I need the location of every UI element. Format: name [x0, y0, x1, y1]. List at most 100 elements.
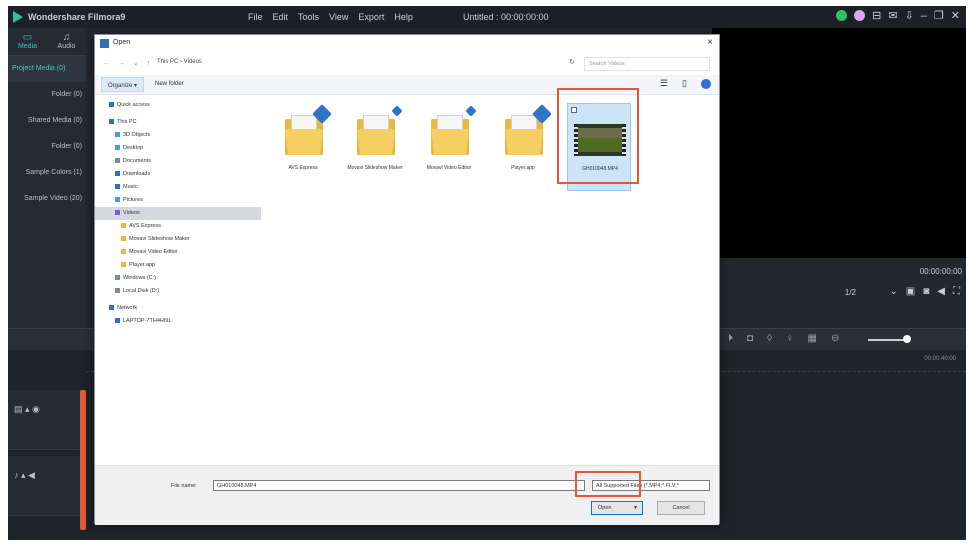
view-list-icon[interactable]: ☰ [660, 78, 668, 89]
file-name-label: Movavi Slideshow Maker [347, 165, 403, 171]
mail-icon[interactable]: ✉ [888, 9, 897, 22]
help-icon[interactable] [701, 79, 711, 89]
audio-track-icon: ♪ ▴ ◀ [14, 470, 35, 480]
nav-pictures[interactable]: Pictures [95, 194, 261, 207]
nav-player-app[interactable]: Player.app [95, 259, 261, 272]
render-icon[interactable]: ⏵ [728, 333, 733, 344]
open-button[interactable]: Open ▼ [591, 501, 643, 515]
cube-icon [115, 132, 120, 138]
nav-windows-c[interactable]: Windows (C:) [95, 272, 261, 285]
nav-laptop[interactable]: LAPTOP-7TH4HI9L [95, 315, 261, 328]
fullscreen-icon[interactable]: ⛶ [953, 286, 960, 297]
nav-videos[interactable]: Videos [95, 207, 261, 220]
chevron-down-icon[interactable]: ⌄ [889, 286, 897, 297]
timeline-zoom-knob[interactable] [903, 335, 911, 343]
view-options: ☰ ▯ [660, 78, 711, 89]
shield-icon[interactable]: ◊ [767, 333, 772, 344]
search-input[interactable]: Search Videos [584, 57, 710, 71]
grid-icon[interactable]: ▦ [808, 333, 817, 344]
drive-icon [115, 288, 120, 294]
download-icon[interactable]: ⇩ [905, 9, 914, 22]
marker-icon[interactable]: ◘ [747, 333, 753, 344]
nav-music[interactable]: Music [95, 181, 261, 194]
maximize-icon[interactable]: ❐ [934, 9, 944, 22]
preview-pane-icon[interactable]: ▯ [682, 78, 687, 89]
nav-movavi-slideshow[interactable]: Movavi Slideshow Maker [95, 233, 261, 246]
library-folder[interactable]: Folder (0) [8, 82, 86, 108]
media-icon: ▭ [22, 32, 33, 43]
menu-tools[interactable]: Tools [298, 12, 319, 22]
folder-avs-express[interactable]: AVS Express [271, 103, 335, 191]
camera-icon[interactable]: ◙ [923, 286, 929, 297]
nav-arrows-icon[interactable]: ← → ⌄ ↑ [103, 59, 153, 67]
tab-audio[interactable]: ♫ Audio [47, 28, 86, 55]
folder-movavi-slideshow[interactable]: Movavi Slideshow Maker [343, 103, 407, 191]
file-name-label: Player.app [511, 165, 535, 171]
organize-button[interactable]: Organize ▾ [101, 77, 145, 92]
menu-file[interactable]: File [248, 12, 263, 22]
breadcrumb[interactable]: This PC › Videos [157, 59, 202, 65]
cancel-button[interactable]: Cancel [657, 501, 705, 515]
mic-icon[interactable]: ♀ [786, 333, 794, 344]
nav-downloads[interactable]: Downloads [95, 168, 261, 181]
library-project-media[interactable]: Project Media (0) [8, 56, 86, 82]
nav-desktop[interactable]: Desktop [95, 142, 261, 155]
snapshot-icon[interactable]: ▣ [906, 286, 915, 297]
nav-this-pc[interactable]: This PC [95, 116, 261, 129]
new-folder-button[interactable]: New folder [155, 81, 184, 87]
nav-3d-objects[interactable]: 3D Objects [95, 129, 261, 142]
nav-local-disk-d[interactable]: Local Disk (D:) [95, 285, 261, 298]
dialog-app-icon [100, 39, 109, 48]
tab-media[interactable]: ▭ Media [8, 28, 47, 55]
filmora-window: Wondershare Filmora9 File Edit Tools Vie… [8, 6, 966, 540]
preview-zoom[interactable]: 1/2 [845, 288, 856, 297]
refresh-icon[interactable]: ↻ [569, 58, 575, 66]
close-window-icon[interactable]: ✕ [951, 9, 960, 22]
document-icon [115, 158, 120, 164]
folder-icon [121, 249, 126, 255]
library-sample-colors[interactable]: Sample Colors (1) [8, 160, 86, 186]
highlight-open-button [575, 471, 641, 497]
menu-view[interactable]: View [329, 12, 348, 22]
zoom-out-icon[interactable]: ⊖ [831, 333, 839, 344]
file-name-input[interactable]: GH010048.MP4 [213, 480, 585, 491]
menu-edit[interactable]: Edit [273, 12, 289, 22]
folder-player-app[interactable]: Player.app [491, 103, 555, 191]
menu-bar: File Edit Tools View Export Help [248, 12, 413, 22]
computer-icon [109, 119, 114, 125]
dialog-title-bar: Open [95, 35, 719, 53]
volume-icon[interactable]: ◀ [937, 286, 945, 297]
timeline-zoom-slider[interactable] [868, 339, 908, 341]
status-icon[interactable] [836, 10, 848, 21]
file-list: AVS Express Movavi Slideshow Maker Movav… [265, 95, 715, 465]
tab-audio-label: Audio [57, 43, 76, 50]
tab-media-label: Media [17, 43, 38, 50]
account-icon[interactable] [854, 10, 866, 21]
file-name-label: AVS Express [288, 165, 318, 171]
menu-help[interactable]: Help [394, 12, 413, 22]
picture-icon [115, 197, 120, 203]
dialog-close-button[interactable]: × [707, 37, 713, 48]
chevron-down-icon[interactable]: ▼ [633, 505, 638, 511]
folder-icon [505, 104, 552, 155]
library-shared-media[interactable]: Shared Media (0) [8, 108, 86, 134]
navigation-pane: Quick access This PC 3D Objects Desktop … [95, 95, 261, 465]
menu-export[interactable]: Export [358, 12, 384, 22]
nav-avs-express[interactable]: AVS Express [95, 220, 261, 233]
preview-window [712, 28, 966, 258]
folder-icon [121, 262, 126, 268]
library-tabs: ▭ Media ♫ Audio [8, 28, 86, 56]
library-shared-folder[interactable]: Folder (0) [8, 134, 86, 160]
folder-movavi-video-editor[interactable]: Movavi Video Editor [417, 103, 481, 191]
nav-documents[interactable]: Documents [95, 155, 261, 168]
folder-icon [431, 105, 477, 155]
minimize-icon[interactable]: – [921, 10, 927, 22]
nav-network[interactable]: Network [95, 302, 261, 315]
playhead[interactable] [80, 390, 86, 530]
nav-quick-access[interactable]: Quick access [95, 99, 261, 112]
gift-icon[interactable]: ⊟ [872, 9, 881, 22]
library-sample-video[interactable]: Sample Video (20) [8, 186, 86, 212]
music-icon [115, 184, 120, 190]
nav-movavi-video-editor[interactable]: Movavi Video Editor [95, 246, 261, 259]
folder-icon [121, 223, 126, 229]
